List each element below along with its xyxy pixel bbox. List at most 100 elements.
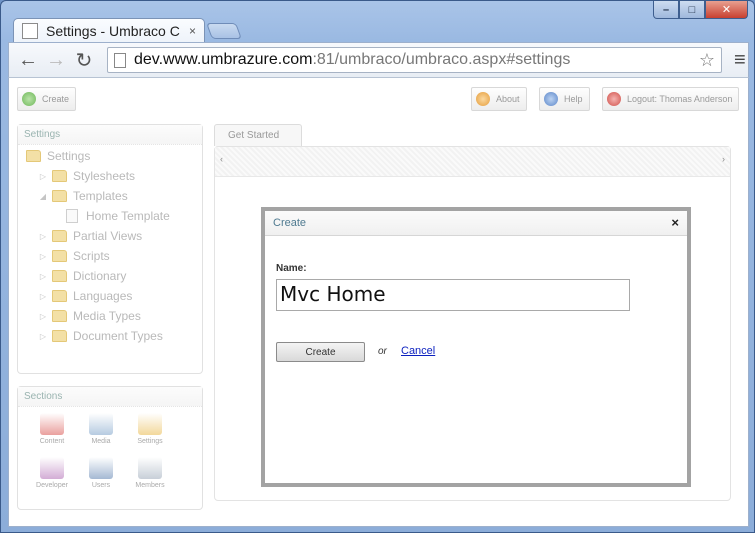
create-button[interactable]: Create <box>276 342 365 362</box>
section-users[interactable]: Users <box>77 457 125 489</box>
users-icon <box>89 457 113 479</box>
bookmark-star-icon[interactable]: ☆ <box>699 50 715 71</box>
folder-icon <box>52 270 67 282</box>
scroll-left-icon[interactable]: ‹ <box>220 154 223 164</box>
expand-arrow-icon[interactable]: ▷ <box>38 232 48 241</box>
dialog-title: Create <box>273 217 307 229</box>
tree-panel: Settings Settings ▷ Stylesheets ◢ Templates H… <box>17 124 203 374</box>
tree-item-label: Scripts <box>73 249 110 263</box>
address-bar[interactable]: dev.www.umbrazure.com:81/umbraco/umbraco… <box>107 47 722 73</box>
logout-icon <box>607 92 621 106</box>
help-button[interactable]: Help <box>539 87 590 111</box>
maximize-button[interactable]: □ <box>679 1 705 19</box>
create-toolbar-button[interactable]: Create <box>17 87 77 111</box>
reload-button[interactable]: ↻ <box>71 47 97 73</box>
scroll-right-icon[interactable]: › <box>722 154 725 164</box>
tree-item[interactable]: ▷ Partial Views <box>38 227 142 245</box>
tree-item-label: Settings <box>47 149 91 163</box>
new-tab-button[interactable] <box>206 23 242 39</box>
tree-item-label: Partial Views <box>73 229 143 243</box>
members-icon <box>138 457 162 479</box>
media-icon <box>89 413 113 435</box>
section-content[interactable]: Content <box>28 413 76 445</box>
help-label: Help <box>564 94 583 104</box>
tree-item[interactable]: Settings <box>26 147 90 165</box>
create-dialog: Create × Name: Mvc Home Create or Cancel <box>261 207 691 487</box>
url-host: dev.www.umbrazure.com <box>134 51 313 68</box>
tree-item[interactable]: ▷ Dictionary <box>38 267 126 285</box>
about-button[interactable]: About <box>471 87 527 111</box>
section-label: Users <box>91 482 111 489</box>
folder-icon <box>26 150 41 162</box>
page-favicon-icon <box>22 23 38 39</box>
section-label: Content <box>39 438 65 445</box>
sections-panel-title: Sections <box>18 387 202 407</box>
dialog-header: Create × <box>265 211 687 236</box>
tree-item-label: Media Types <box>73 309 141 323</box>
section-media[interactable]: Media <box>77 413 125 445</box>
content-icon <box>40 413 64 435</box>
browser-tab[interactable]: Settings - Umbraco C × <box>13 18 205 43</box>
url-path: :81/umbraco/umbraco.aspx#settings <box>312 51 571 68</box>
tree-item[interactable]: ▷ Media Types <box>38 307 141 325</box>
about-label: About <box>496 94 520 104</box>
expand-arrow-icon[interactable]: ▷ <box>38 292 48 301</box>
create-toolbar-label: Create <box>42 94 70 104</box>
create-icon <box>22 92 36 106</box>
tree-item-label: Languages <box>73 289 133 303</box>
browser-toolbar: ← → ↻ dev.www.umbrazure.com:81/umbraco/u… <box>8 42 749 78</box>
tab-get-started[interactable]: Get Started <box>214 124 302 146</box>
window-controls: – □ ✕ <box>653 1 748 19</box>
forward-button[interactable]: → <box>43 47 69 73</box>
folder-icon <box>52 290 67 302</box>
expand-arrow-icon[interactable]: ▷ <box>38 312 48 321</box>
sections-panel: Sections Content Media Settings Developer Us… <box>17 386 203 510</box>
section-members[interactable]: Members <box>126 457 174 489</box>
logout-button[interactable]: Logout: Thomas Anderson <box>602 87 740 111</box>
tree-item[interactable]: ▷ Scripts <box>38 247 110 265</box>
expand-arrow-icon[interactable]: ◢ <box>38 192 48 201</box>
about-icon <box>476 92 490 106</box>
tab-scroll-strip: ‹ › <box>215 147 730 177</box>
tree-item-label: Dictionary <box>73 269 127 283</box>
help-icon <box>544 92 558 106</box>
tree-panel-title: Settings <box>18 125 202 145</box>
tree-item[interactable]: ▷ Document Types <box>38 327 163 345</box>
folder-icon <box>52 330 67 342</box>
sections-grid: Content Media Settings Developer Users Member… <box>28 413 198 493</box>
tree-item-label: Templates <box>73 189 128 203</box>
logout-label: Logout: Thomas Anderson <box>627 94 733 104</box>
expand-arrow-icon[interactable]: ▷ <box>38 172 48 181</box>
name-label: Name: <box>276 263 307 274</box>
folder-icon <box>52 170 67 182</box>
tree-item[interactable]: ◢ Templates <box>38 187 128 205</box>
developer-icon <box>40 457 64 479</box>
settings-icon <box>138 413 162 435</box>
or-text: or <box>378 346 387 357</box>
section-developer[interactable]: Developer <box>28 457 76 489</box>
minimize-button[interactable]: – <box>653 1 679 19</box>
tree-item[interactable]: ▷ Stylesheets <box>38 167 135 185</box>
folder-icon <box>52 230 67 242</box>
dialog-close-icon[interactable]: × <box>671 215 679 230</box>
section-settings[interactable]: Settings <box>126 413 174 445</box>
section-label: Developer <box>36 482 68 489</box>
cancel-link[interactable]: Cancel <box>401 345 435 357</box>
tab-close-icon[interactable]: × <box>189 24 196 38</box>
expand-arrow-icon[interactable]: ▷ <box>38 272 48 281</box>
back-button[interactable]: ← <box>15 47 41 73</box>
folder-icon <box>52 310 67 322</box>
tab-title: Settings - Umbraco C <box>46 23 180 39</box>
expand-arrow-icon[interactable]: ▷ <box>38 332 48 341</box>
tree-item[interactable]: ▷ Languages <box>38 287 132 305</box>
expand-arrow-icon[interactable]: ▷ <box>38 252 48 261</box>
tree-item[interactable]: Home Template <box>66 207 170 225</box>
page-content: Create About Help Logout: Thomas Anderso… <box>8 78 749 527</box>
section-label: Members <box>135 482 165 489</box>
name-input[interactable]: Mvc Home <box>276 279 630 311</box>
browser-window: – □ ✕ Settings - Umbraco C × ← → ↻ dev.w… <box>0 0 755 533</box>
folder-icon <box>52 250 67 262</box>
close-window-button[interactable]: ✕ <box>705 1 748 19</box>
browser-menu-icon[interactable]: ≡ <box>734 49 746 72</box>
umbraco-top-bar: Create About Help Logout: Thomas Anderso… <box>9 78 748 120</box>
